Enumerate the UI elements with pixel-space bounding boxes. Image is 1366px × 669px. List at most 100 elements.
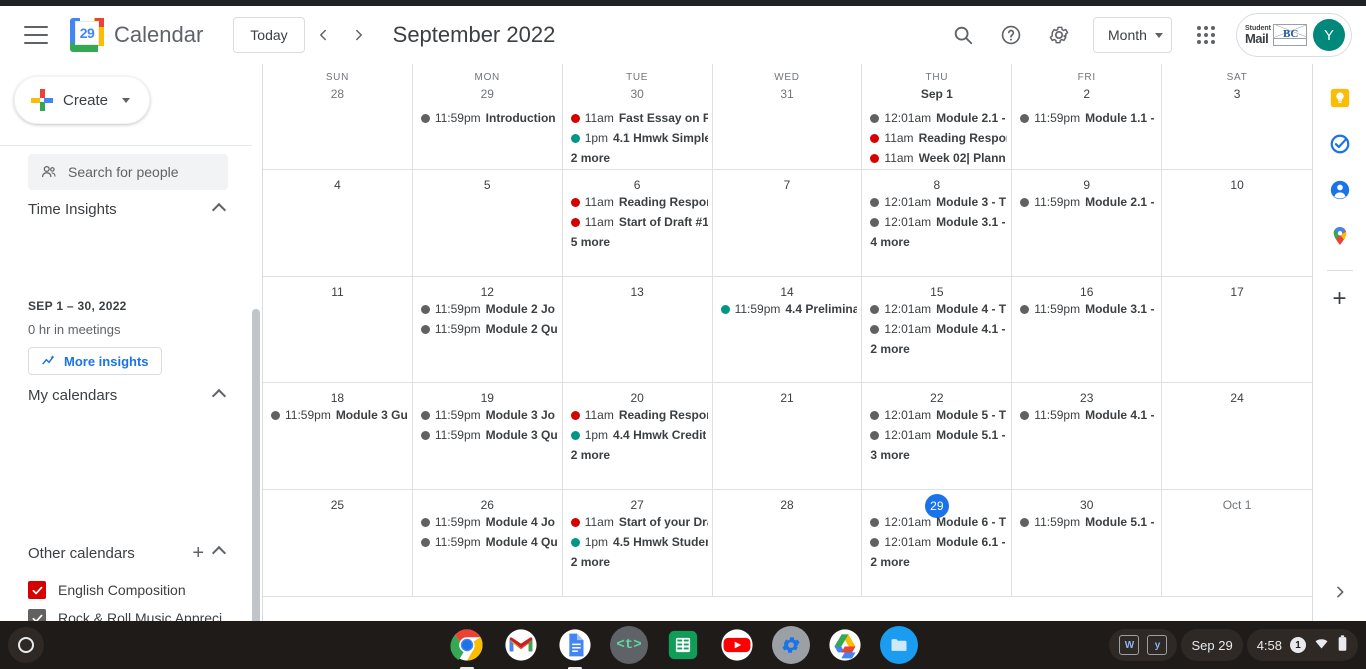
day-cell[interactable]: 12 11:59pm Module 2 Jo 11:59pm Module 2 Qu [412,277,563,383]
day-cell[interactable]: MON 29 11:59pm Introduction [412,64,563,170]
hamburger-icon[interactable] [24,26,48,44]
day-cell[interactable]: 28 [712,490,863,597]
day-number[interactable]: 27 [565,490,710,512]
more-insights-button[interactable]: More insights [28,347,162,375]
day-number[interactable]: 28 [265,86,410,108]
day-cell[interactable]: 15 12:01am Module 4 - T 12:01am Module 4.1 -… [862,277,1013,383]
calendar-event[interactable]: 12:01am Module 3.1 - [866,212,1007,232]
day-cell[interactable]: 19 11:59pm Module 3 Jo 11:59pm Module 3 Qu [412,383,563,490]
calendar-list-item[interactable]: Rock & Roll Music Appreci… [28,604,242,621]
day-cell[interactable]: 26 11:59pm Module 4 Jo 11:59pm Module 4 Qu [412,490,563,597]
date-indicator[interactable]: Sep 29 [1181,629,1243,661]
drive-icon[interactable] [826,626,864,664]
day-number[interactable]: 7 [715,170,860,192]
calendar-event[interactable]: 12:01am Module 6.1 - [866,532,1007,552]
calendar-event[interactable]: 11am Fast Essay on F [567,108,708,128]
account-switcher[interactable]: Student Mail BC Y [1235,13,1352,57]
sidebar-scrollbar[interactable] [252,309,260,621]
view-selector[interactable]: Month [1093,17,1172,53]
day-number[interactable]: 10 [1164,170,1310,192]
sheets-icon[interactable] [664,626,702,664]
calendar-event[interactable]: 11:59pm Module 4 Qu [417,532,558,552]
expand-panel-icon[interactable] [1332,584,1348,605]
day-number[interactable]: 15 [864,277,1009,299]
day-cell[interactable]: 11 [263,277,413,383]
calendar-event[interactable]: 11:59pm Module 4.1 - [1016,405,1157,425]
calendar-event[interactable]: 12:01am Module 4.1 - [866,319,1007,339]
calendar-event[interactable]: 1pm 4.1 Hmwk Simple [567,128,708,148]
day-number[interactable]: 20 [565,383,710,405]
add-side-panel-app-icon[interactable]: + [1332,287,1346,311]
calendar-checkbox[interactable] [28,581,46,599]
chevron-up-icon[interactable] [211,388,227,403]
day-number[interactable]: 30 [565,86,710,108]
day-cell[interactable]: 6 11am Reading Respon 11am Start of Draft #1… [562,170,713,277]
day-number[interactable]: 2 [1014,86,1159,108]
day-cell[interactable]: 9 11:59pm Module 2.1 - [1012,170,1163,277]
chevron-up-icon[interactable] [211,202,227,217]
add-other-calendar-icon[interactable]: + [192,543,204,563]
day-number[interactable]: 26 [415,490,560,512]
more-events-link[interactable]: 5 more [567,232,708,252]
day-number[interactable]: 19 [415,383,560,405]
calendar-event[interactable]: 12:01am Module 5 - T [866,405,1007,425]
more-events-link[interactable]: 2 more [866,339,1007,359]
calendar-event[interactable]: 12:01am Module 2.1 - [866,108,1007,128]
my-calendars-header[interactable]: My calendars [28,387,228,404]
calendar-checkbox[interactable] [28,609,46,621]
day-number[interactable]: Sep 1 [864,86,1009,108]
day-number[interactable]: 13 [565,277,710,299]
day-number[interactable]: 30 [1014,490,1159,512]
chevron-up-icon[interactable] [211,545,227,561]
day-number[interactable]: 28 [715,490,860,512]
day-number[interactable]: 12 [415,277,560,299]
day-cell[interactable]: 23 11:59pm Module 4.1 - [1012,383,1163,490]
tasks-icon[interactable] [1328,132,1352,156]
calendar-event[interactable]: 11am Reading Respon [866,128,1007,148]
status-tray[interactable]: 4:58 1 [1246,629,1358,661]
day-cell[interactable]: 8 12:01am Module 3 - T 12:01am Module 3.1 - 4… [862,170,1013,277]
day-cell[interactable]: 14 11:59pm 4.4 Prelimina [712,277,863,383]
calendar-event[interactable]: 11am Start of your Dra [567,512,708,532]
ime-indicator[interactable]: W y [1109,629,1178,661]
gear-icon[interactable] [1039,15,1079,55]
day-cell[interactable]: 13 [562,277,713,383]
day-number[interactable]: 14 [715,277,860,299]
more-events-link[interactable]: 2 more [567,148,708,168]
day-number[interactable]: 21 [715,383,860,405]
calendar-event[interactable]: 11:59pm Module 5.1 - [1016,512,1157,532]
day-cell[interactable]: 17 [1162,277,1312,383]
day-number[interactable]: 18 [265,383,410,405]
calendar-event[interactable]: 12:01am Module 6 - T [866,512,1007,532]
day-number[interactable]: 5 [415,170,560,192]
calendar-event[interactable]: 11:59pm Module 3 Gu [267,405,408,425]
calendar-event[interactable]: 1pm 4.5 Hmwk Studen [567,532,708,552]
day-cell[interactable]: WED 31 [712,64,863,170]
day-number[interactable]: 11 [265,277,410,299]
day-number[interactable]: 3 [1164,86,1310,108]
chevron-right-icon[interactable] [341,17,377,53]
more-events-link[interactable]: 3 more [866,445,1007,465]
search-for-people-input[interactable]: Search for people [28,154,228,190]
more-events-link[interactable]: 2 more [866,552,1007,572]
settings-icon[interactable] [772,626,810,664]
calendar-event[interactable]: 12:01am Module 3 - T [866,192,1007,212]
day-number[interactable]: 16 [1014,277,1159,299]
day-cell[interactable]: 7 [712,170,863,277]
calendar-event[interactable]: 11:59pm Module 3.1 - [1016,299,1157,319]
contacts-icon[interactable] [1328,178,1352,202]
day-cell[interactable]: 5 [412,170,563,277]
calendar-event[interactable]: 11:59pm Module 1.1 - [1016,108,1157,128]
day-cell[interactable]: Oct 1 [1162,490,1312,597]
gmail-icon[interactable] [502,626,540,664]
day-number[interactable]: 8 [864,170,1009,192]
other-calendars-header[interactable]: Other calendars + [28,543,228,563]
day-cell[interactable]: 29 12:01am Module 6 - T 12:01am Module 6.1 -… [862,490,1013,597]
calendar-event[interactable]: 11:59pm Module 2 Qu [417,319,558,339]
calendar-event[interactable]: 11:59pm Module 2 Jo [417,299,558,319]
more-events-link[interactable]: 2 more [567,445,708,465]
calendar-event[interactable]: 12:01am Module 4 - T [866,299,1007,319]
day-number[interactable]: 22 [864,383,1009,405]
calendar-event[interactable]: 11am Reading Respon [567,192,708,212]
day-cell[interactable]: 16 11:59pm Module 3.1 - [1012,277,1163,383]
